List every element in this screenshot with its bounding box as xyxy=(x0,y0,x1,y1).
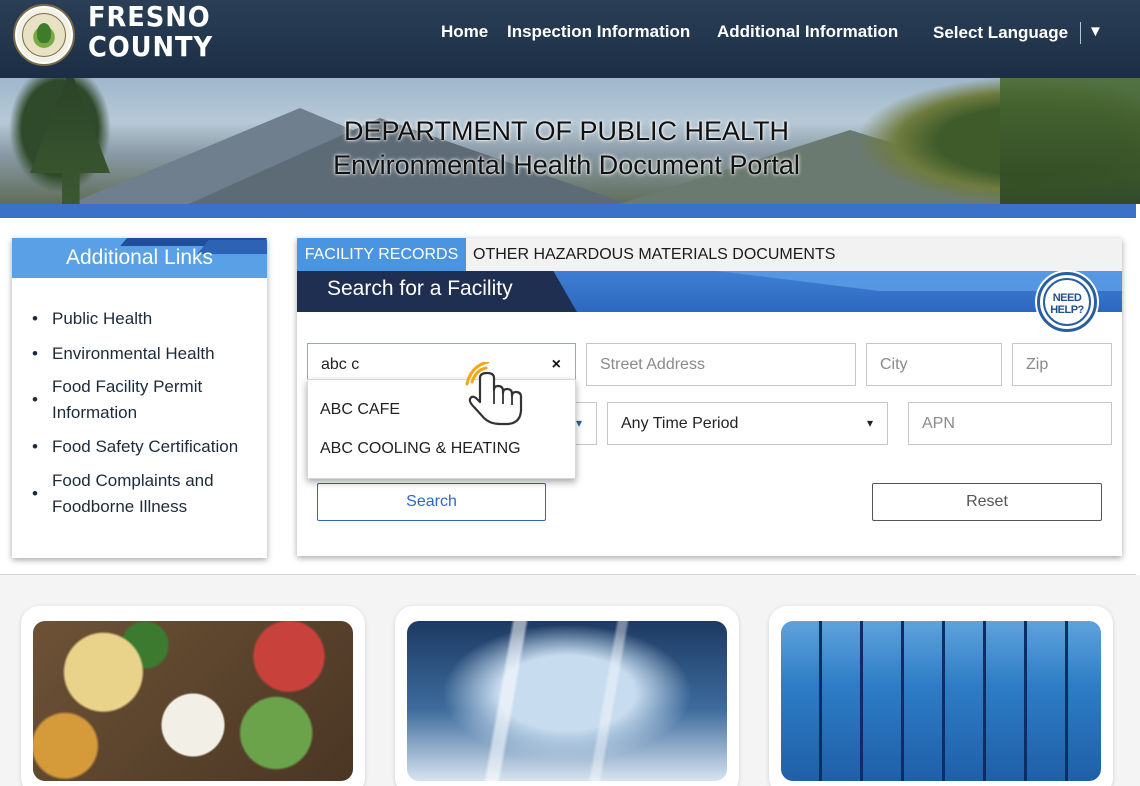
city-input[interactable]: City xyxy=(866,343,1002,386)
hero-banner: DEPARTMENT OF PUBLIC HEALTH Environmenta… xyxy=(0,78,1140,204)
additional-links-header: Additional Links xyxy=(12,238,267,278)
county-wordmark[interactable]: FRESNO COUNTY xyxy=(88,2,213,62)
section-divider xyxy=(0,574,1136,575)
hand-pointer-icon xyxy=(465,362,523,426)
additional-links-panel: Additional Links Public Health Environme… xyxy=(12,238,267,558)
need-help-label: NEED HELP? xyxy=(1043,278,1091,326)
card-food-facilities[interactable] xyxy=(21,606,365,786)
pool-image xyxy=(781,621,1101,781)
facility-search-panel: FACILITY RECORDS OTHER HAZARDOUS MATERIA… xyxy=(297,238,1122,556)
street-address-input[interactable]: Street Address xyxy=(586,343,856,386)
time-period-select[interactable]: Any Time Period ▾ xyxy=(607,402,888,445)
water-image xyxy=(407,621,727,781)
suggestion-abc-cafe[interactable]: ABC CAFE xyxy=(320,401,400,419)
food-image xyxy=(33,621,353,781)
banner-title: DEPARTMENT OF PUBLIC HEALTH Environmenta… xyxy=(0,114,1133,182)
banner-accent-strip xyxy=(0,204,1136,218)
tab-hazardous-materials[interactable]: OTHER HAZARDOUS MATERIALS DOCUMENTS xyxy=(473,238,835,271)
top-navbar: FRESNO COUNTY Home Inspection Informatio… xyxy=(0,0,1140,78)
language-caret-icon[interactable]: ▼ xyxy=(1088,23,1103,40)
language-separator xyxy=(1080,22,1081,44)
record-tabs: FACILITY RECORDS OTHER HAZARDOUS MATERIA… xyxy=(297,238,1122,271)
time-period-value: Any Time Period xyxy=(621,415,739,432)
links-list: Public Health Environmental Health Food … xyxy=(12,306,267,520)
search-button[interactable]: Search xyxy=(317,483,546,521)
link-food-complaints[interactable]: Food Complaints and Foodborne Illness xyxy=(12,468,267,520)
chevron-down-icon: ▾ xyxy=(575,416,582,430)
apn-input[interactable]: APN xyxy=(908,402,1112,445)
nav-additional-information[interactable]: Additional Information xyxy=(717,22,898,42)
facility-name-value: abc c xyxy=(321,356,360,373)
chevron-down-icon: ▾ xyxy=(866,416,873,430)
banner-title-line-1: DEPARTMENT OF PUBLIC HEALTH xyxy=(343,116,790,146)
search-title-bar: Search for a Facility xyxy=(297,271,1122,312)
autocomplete-dropdown: ABC CAFE ABC COOLING & HEATING xyxy=(307,379,576,479)
zip-input[interactable]: Zip xyxy=(1012,343,1112,386)
need-help-button[interactable]: NEED HELP? xyxy=(1037,272,1097,332)
card-pools[interactable] xyxy=(769,606,1113,786)
reset-button[interactable]: Reset xyxy=(872,483,1102,521)
link-public-health[interactable]: Public Health xyxy=(12,306,267,332)
tab-facility-records[interactable]: FACILITY RECORDS xyxy=(297,238,466,271)
wordmark-line-1: FRESNO xyxy=(88,0,211,33)
wordmark-line-2: COUNTY xyxy=(88,30,214,63)
county-seal-logo[interactable] xyxy=(13,4,75,66)
additional-links-title: Additional Links xyxy=(65,246,214,269)
link-food-facility-permit[interactable]: Food Facility Permit Information xyxy=(12,374,267,426)
card-water[interactable] xyxy=(395,606,739,786)
search-title: Search for a Facility xyxy=(327,277,513,300)
banner-title-line-2: Environmental Health Document Portal xyxy=(333,150,800,180)
nav-home[interactable]: Home xyxy=(441,22,488,42)
suggestion-abc-cooling-heating[interactable]: ABC COOLING & HEATING xyxy=(320,440,521,458)
nav-inspection-information[interactable]: Inspection Information xyxy=(507,22,690,42)
select-language[interactable]: Select Language xyxy=(933,23,1068,43)
link-environmental-health[interactable]: Environmental Health xyxy=(12,341,267,367)
link-food-safety-certification[interactable]: Food Safety Certification xyxy=(12,434,267,460)
seal-tree-icon xyxy=(37,23,51,43)
